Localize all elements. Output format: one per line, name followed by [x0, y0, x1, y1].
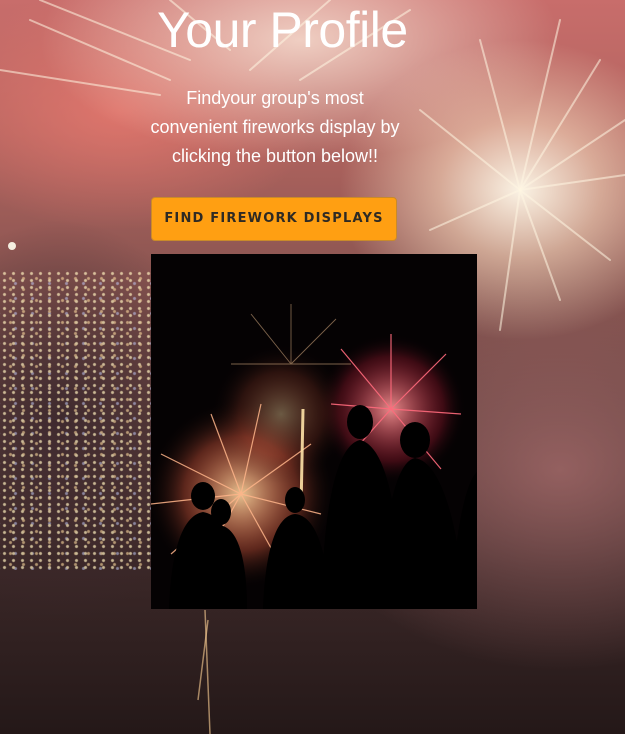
- find-firework-displays-button[interactable]: FIND FIREWORK DISPLAYS: [151, 197, 397, 241]
- fireworks-crowd-illustration: [151, 254, 477, 609]
- fireworks-crowd-photo: [151, 254, 477, 609]
- city-lights-background: [0, 270, 160, 570]
- page-title: Your Profile: [157, 2, 408, 58]
- intro-text: Findyour group's most convenient firewor…: [150, 88, 400, 166]
- profile-page: Your Profile Findyour group's most conve…: [0, 0, 625, 734]
